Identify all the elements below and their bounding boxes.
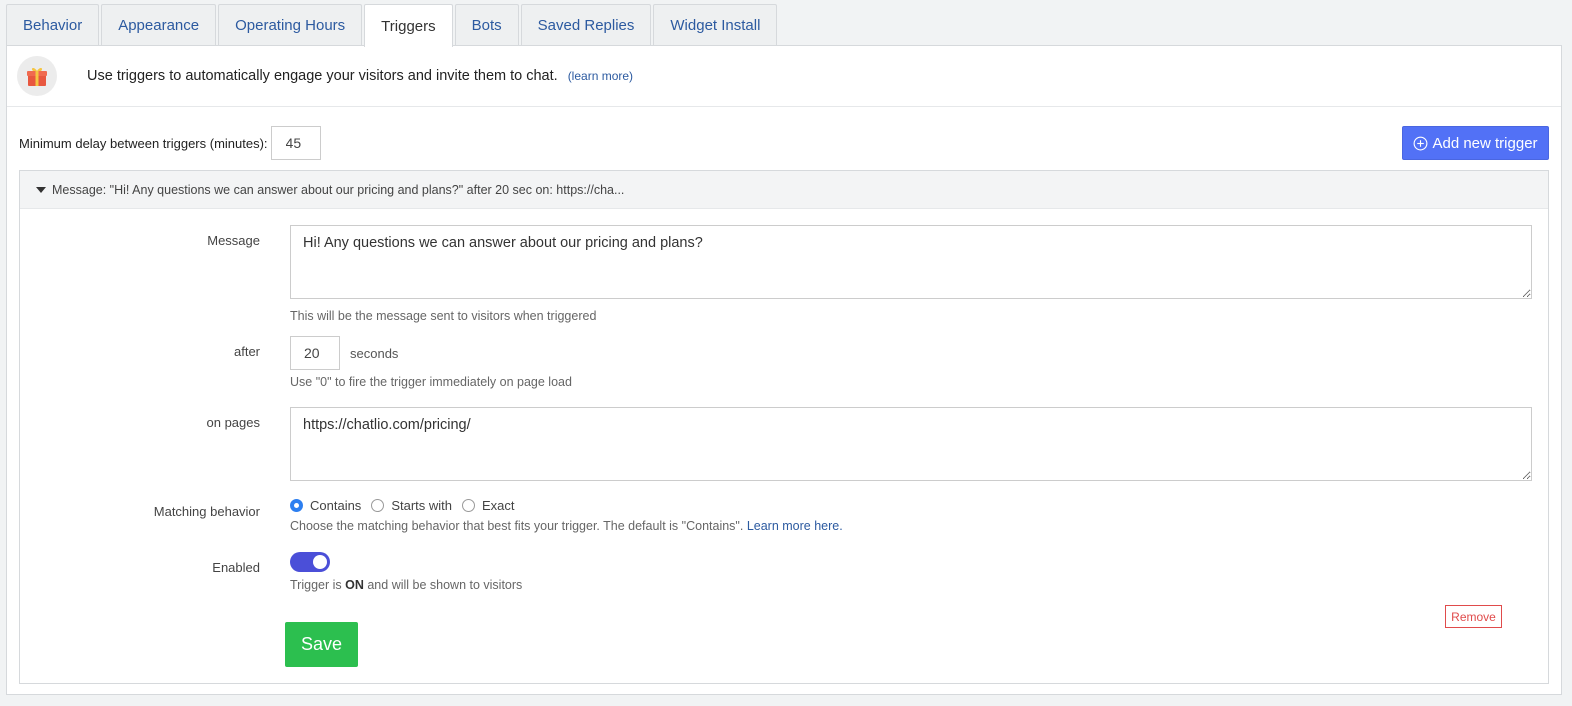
radio-exact-label: Exact — [482, 498, 515, 513]
caret-down-icon — [36, 186, 46, 193]
message-textarea[interactable]: Hi! Any questions we can answer about ou… — [290, 225, 1532, 299]
enabled-help-suffix: and will be shown to visitors — [367, 578, 523, 592]
radio-exact[interactable]: Exact — [462, 498, 515, 513]
tab-appearance[interactable]: Appearance — [101, 4, 217, 46]
trigger-header[interactable]: Message: "Hi! Any questions we can answe… — [20, 171, 1548, 209]
radio-starts-with-label: Starts with — [391, 498, 452, 513]
save-button[interactable]: Save — [285, 622, 358, 667]
triggers-panel: Use triggers to automatically engage you… — [6, 45, 1562, 695]
matching-learn-more-link[interactable]: Learn more here. — [747, 519, 843, 533]
matching-radio-group: Contains Starts with Exact — [290, 498, 843, 513]
enabled-help-prefix: Trigger is — [290, 578, 342, 592]
intro-text: Use triggers to automatically engage you… — [87, 68, 558, 84]
trigger-card: Message: "Hi! Any questions we can answe… — [19, 170, 1549, 684]
matching-help: Choose the matching behavior that best f… — [290, 519, 843, 533]
enabled-help: Trigger is ON and will be shown to visit… — [290, 578, 522, 592]
radio-unchecked-icon — [462, 499, 475, 512]
after-help: Use "0" to fire the trigger immediately … — [290, 375, 572, 389]
after-label: after — [233, 344, 260, 359]
radio-unchecked-icon — [371, 499, 385, 512]
intro-banner: Use triggers to automatically engage you… — [7, 46, 1561, 107]
message-field-group: Hi! Any questions we can answer about ou… — [290, 225, 1532, 323]
tab-operating-hours[interactable]: Operating Hours — [218, 4, 363, 46]
enabled-toggle[interactable] — [290, 552, 330, 572]
tab-triggers[interactable]: Triggers — [364, 4, 453, 47]
learn-more-link[interactable]: (learn more) — [568, 69, 633, 83]
seconds-unit: seconds — [350, 345, 399, 361]
matching-help-text: Choose the matching behavior that best f… — [290, 519, 744, 533]
on-pages-label: on pages — [206, 415, 261, 430]
gift-icon — [17, 56, 57, 96]
tab-widget-install[interactable]: Widget Install — [653, 4, 778, 46]
enabled-label: Enabled — [212, 560, 260, 575]
add-new-trigger-button[interactable]: Add new trigger — [1402, 126, 1549, 160]
remove-trigger-button[interactable]: Remove — [1445, 605, 1502, 628]
radio-contains-label: Contains — [310, 498, 362, 513]
tab-bar: Behavior Appearance Operating Hours Trig… — [6, 4, 779, 47]
tab-behavior[interactable]: Behavior — [6, 4, 100, 46]
pages-field-group: https://chatlio.com/pricing/ — [290, 407, 1532, 486]
enabled-state: ON — [345, 578, 364, 592]
after-seconds-input[interactable] — [290, 336, 340, 370]
message-label: Message — [207, 233, 260, 248]
add-new-trigger-label: Add new trigger — [1432, 134, 1538, 152]
matching-behavior-label: Matching behavior — [153, 504, 260, 519]
radio-contains[interactable]: Contains — [290, 498, 361, 513]
radio-checked-icon — [290, 499, 303, 512]
tab-saved-replies[interactable]: Saved Replies — [520, 4, 652, 46]
tab-bots[interactable]: Bots — [454, 4, 519, 46]
trigger-summary: Message: "Hi! Any questions we can answe… — [52, 182, 625, 197]
pages-textarea[interactable]: https://chatlio.com/pricing/ — [290, 407, 1532, 481]
matching-field-group: Contains Starts with Exact Choose the ma… — [290, 498, 843, 533]
min-delay-input[interactable] — [270, 126, 321, 160]
min-delay-label: Minimum delay between triggers (minutes)… — [19, 135, 268, 151]
radio-starts-with[interactable]: Starts with — [371, 498, 452, 513]
message-help: This will be the message sent to visitor… — [290, 309, 597, 323]
min-delay-row: Minimum delay between triggers (minutes)… — [19, 126, 321, 160]
enabled-field-group: Trigger is ON and will be shown to visit… — [290, 552, 522, 592]
plus-circle-icon — [1414, 136, 1428, 150]
after-field-group: seconds Use "0" to fire the trigger imme… — [290, 336, 572, 389]
